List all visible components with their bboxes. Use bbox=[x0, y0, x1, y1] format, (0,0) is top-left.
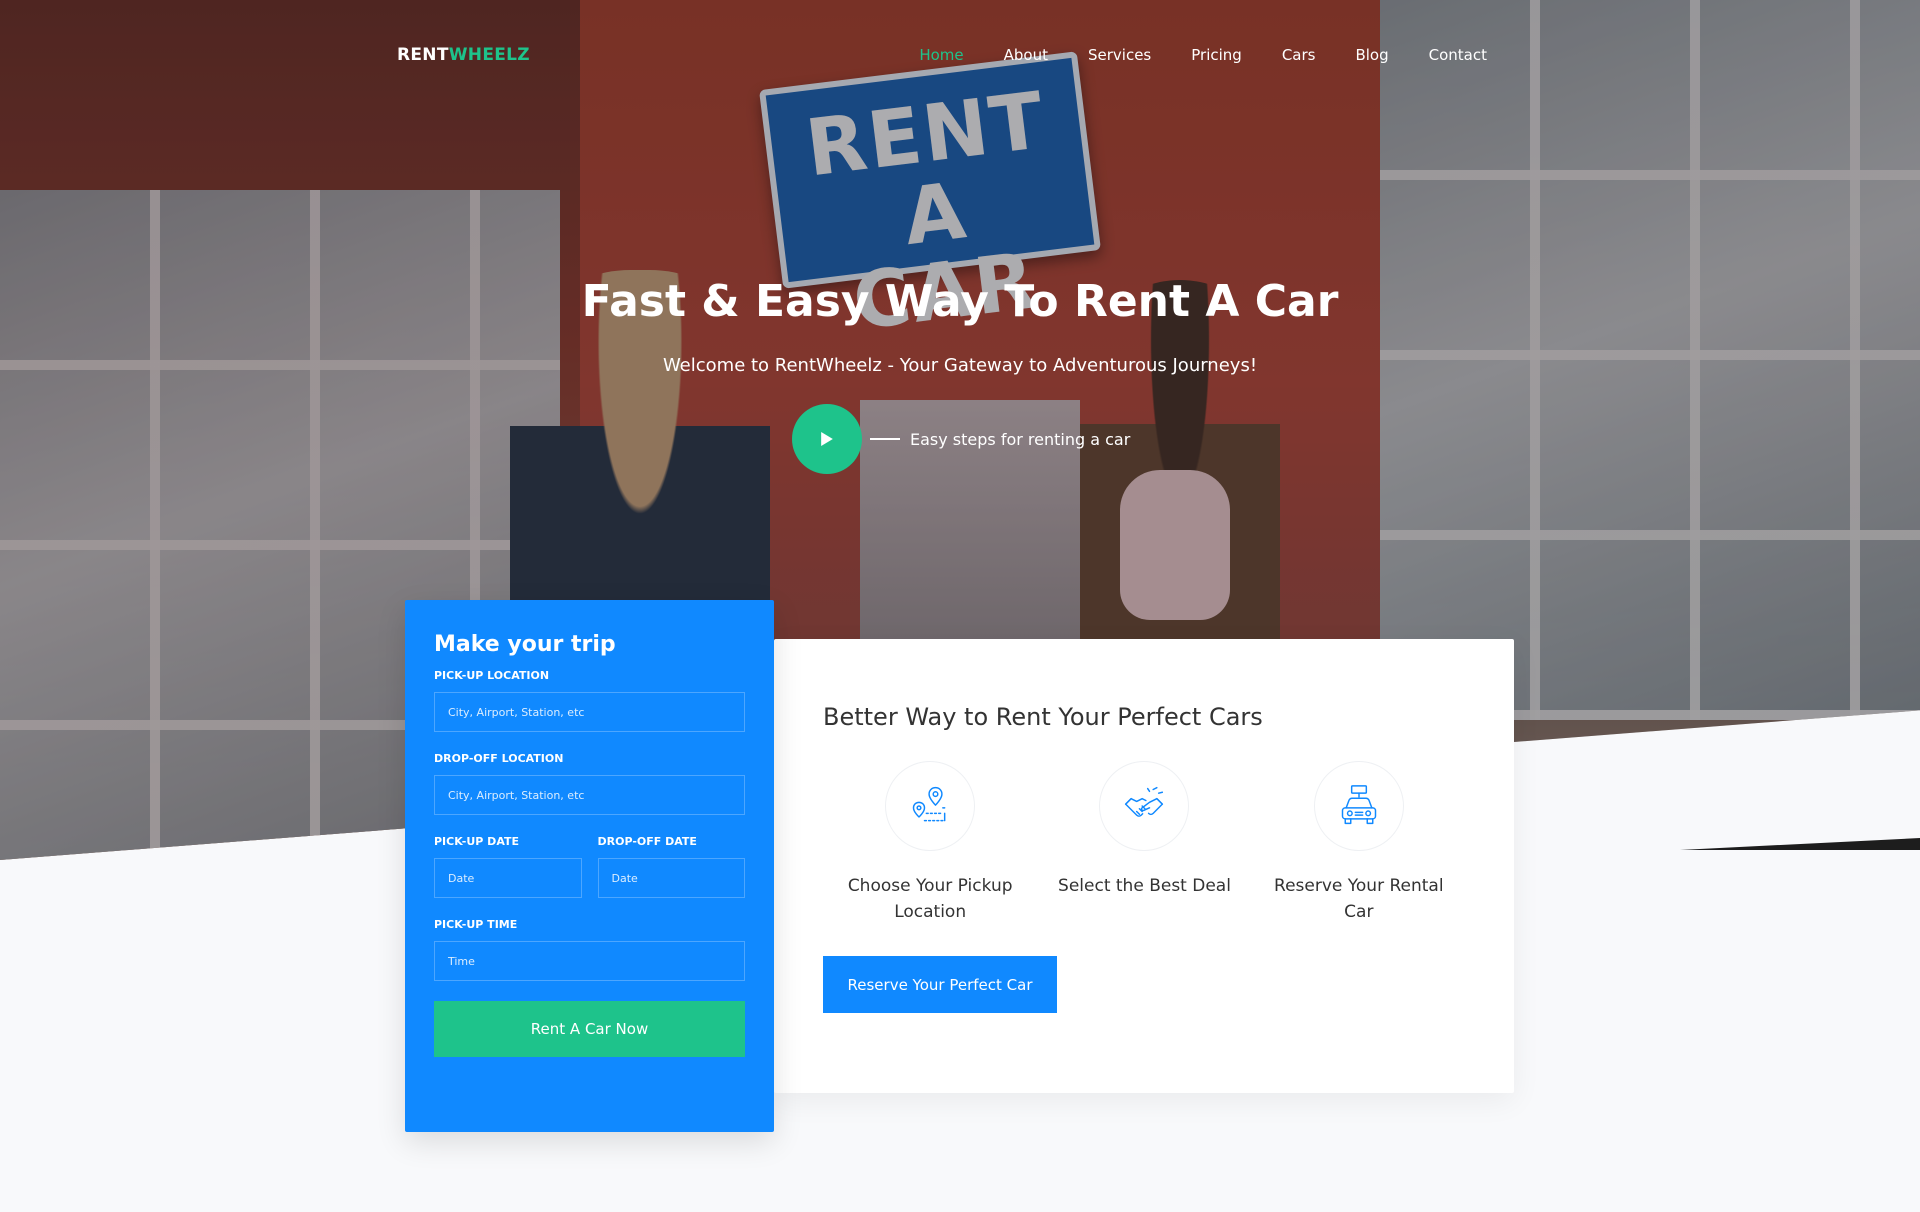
dropoff-date-input[interactable]: Date bbox=[597, 858, 745, 898]
date-row: PICK-UP DATE Date DROP-OFF DATE Date bbox=[434, 835, 745, 918]
dropoff-location-label: DROP-OFF LOCATION bbox=[434, 752, 564, 765]
pickup-time-label: PICK-UP TIME bbox=[434, 918, 518, 931]
step-icon-circle bbox=[1313, 761, 1404, 851]
pickup-date-label: PICK-UP DATE bbox=[434, 835, 519, 848]
rent-car-now-button[interactable]: Rent A Car Now bbox=[434, 1001, 745, 1057]
pickup-date-group: PICK-UP DATE Date bbox=[434, 835, 582, 918]
step-icon-circle bbox=[1099, 761, 1190, 851]
dropoff-date-group: DROP-OFF DATE Date bbox=[597, 835, 745, 918]
steps-title: Better Way to Rent Your Perfect Cars bbox=[823, 703, 1263, 731]
video-cta-text: Easy steps for renting a car bbox=[910, 429, 1131, 449]
video-cta: Easy steps for renting a car bbox=[792, 404, 1130, 474]
dropoff-date-label: DROP-OFF DATE bbox=[597, 835, 697, 848]
nav-item-blog[interactable]: Blog bbox=[1355, 46, 1388, 64]
steps-list: Choose Your Pickup Location Select the B… bbox=[823, 761, 1466, 925]
play-icon bbox=[821, 432, 833, 446]
reserve-perfect-car-button[interactable]: Reserve Your Perfect Car bbox=[823, 956, 1057, 1013]
trip-form-title: Make your trip bbox=[434, 632, 616, 657]
decorative-wedge bbox=[1680, 838, 1920, 850]
handshake-icon bbox=[1125, 786, 1164, 817]
step-item: Reserve Your Rental Car bbox=[1252, 761, 1466, 925]
play-video-button[interactable] bbox=[792, 404, 862, 474]
pickup-time-input[interactable]: Time bbox=[434, 941, 745, 981]
step-item: Choose Your Pickup Location bbox=[823, 761, 1037, 925]
pickup-location-label: PICK-UP LOCATION bbox=[434, 669, 550, 682]
hero-subtitle: Welcome to RentWheelz - Your Gateway to … bbox=[662, 355, 1258, 376]
nav-menu: Home About Services Pricing Cars Blog Co… bbox=[919, 46, 1487, 64]
nav-item-contact[interactable]: Contact bbox=[1429, 46, 1487, 64]
step-label: Select the Best Deal bbox=[1058, 876, 1231, 896]
nav-item-home[interactable]: Home bbox=[919, 46, 963, 64]
brand-name-part1: RENT bbox=[397, 45, 449, 65]
cta-divider-line bbox=[870, 438, 900, 440]
nav-item-services[interactable]: Services bbox=[1088, 46, 1151, 64]
brand-logo[interactable]: RENTWHEELZ bbox=[397, 45, 530, 65]
rental-steps-card: Better Way to Rent Your Perfect Cars Cho… bbox=[774, 639, 1514, 1093]
nav-item-about[interactable]: About bbox=[1004, 46, 1048, 64]
hero-title: Fast & Easy Way To Rent A Car bbox=[581, 276, 1339, 327]
nav-item-pricing[interactable]: Pricing bbox=[1191, 46, 1242, 64]
rent-car-icon bbox=[1341, 785, 1377, 825]
step-label: Reserve Your Rental Car bbox=[1274, 876, 1444, 922]
brand-name-part2: WHEELZ bbox=[448, 45, 530, 65]
dropoff-location-input[interactable]: City, Airport, Station, etc bbox=[434, 775, 745, 815]
pickup-date-input[interactable]: Date bbox=[434, 858, 582, 898]
top-navbar: RENTWHEELZ Home About Services Pricing C… bbox=[0, 0, 1920, 110]
step-icon-circle bbox=[885, 761, 976, 851]
step-item: Select the Best Deal bbox=[1037, 761, 1251, 925]
make-trip-form: Make your trip PICK-UP LOCATION City, Ai… bbox=[405, 600, 774, 1132]
map-pin-route-icon bbox=[912, 786, 948, 822]
nav-item-cars[interactable]: Cars bbox=[1282, 46, 1316, 64]
pickup-location-input[interactable]: City, Airport, Station, etc bbox=[434, 692, 745, 732]
step-label: Choose Your Pickup Location bbox=[847, 876, 1013, 922]
